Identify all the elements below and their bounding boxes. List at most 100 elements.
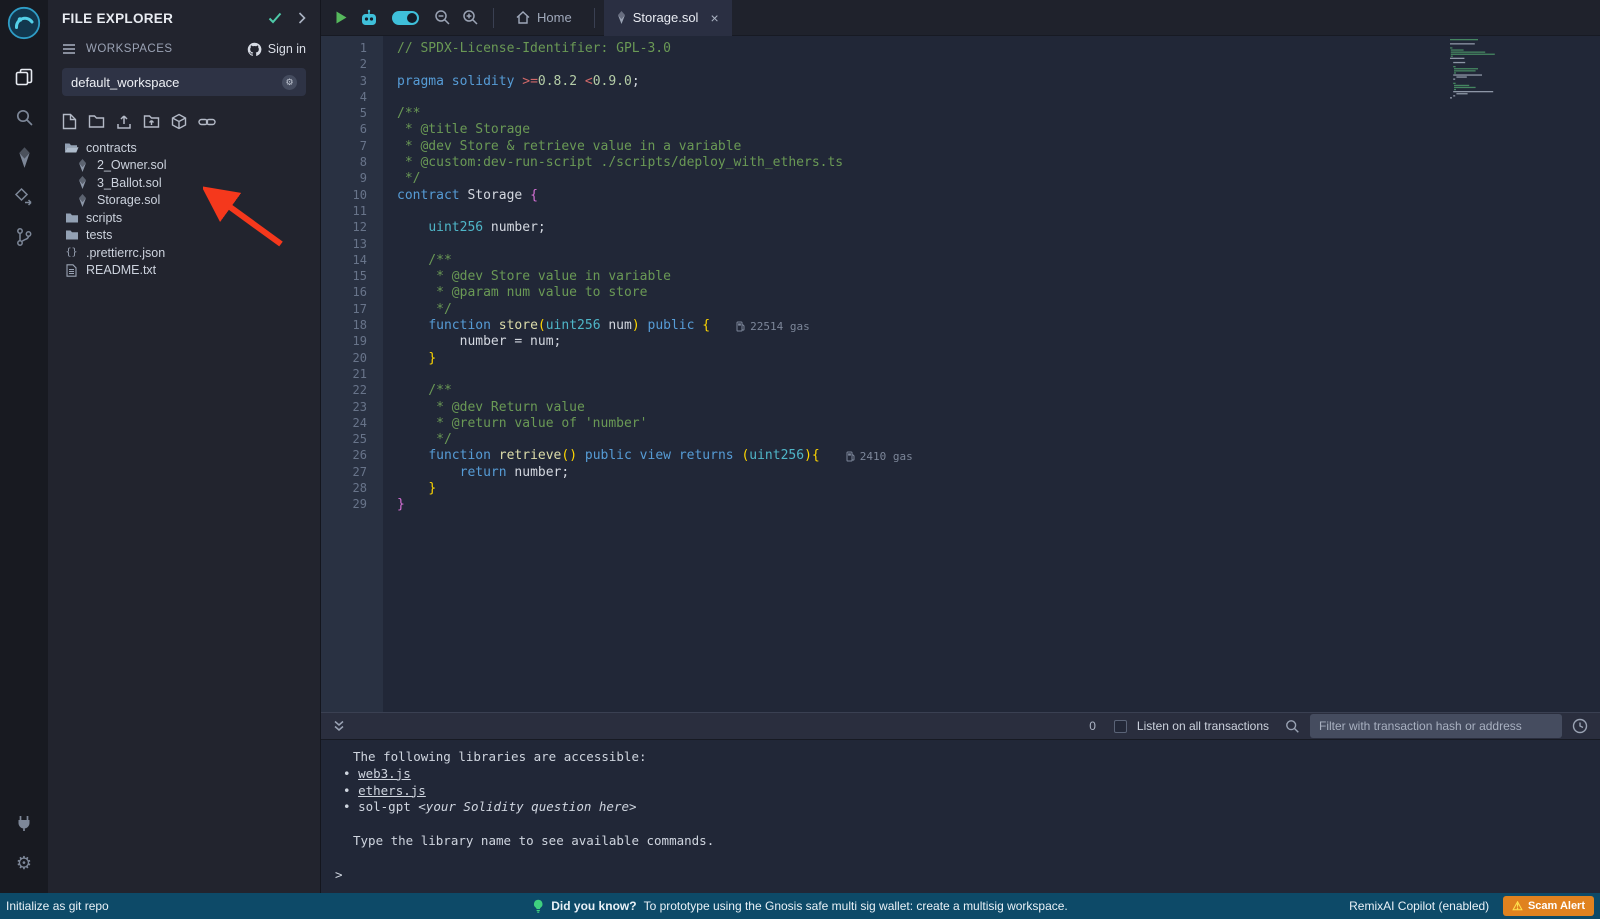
home-icon [516, 11, 530, 24]
terminal-line: Type the library name to see available c… [335, 833, 1600, 850]
terminal-link[interactable]: ethers.js [358, 783, 426, 798]
sign-in-button[interactable]: Sign in [247, 42, 306, 57]
new-folder-icon[interactable] [88, 114, 105, 129]
git-init-status[interactable]: Initialize as git repo [6, 899, 109, 913]
solidity-icon [75, 194, 90, 207]
folder-open-icon [64, 142, 79, 154]
solidity-icon [75, 176, 90, 189]
line-number: 18 [321, 318, 375, 334]
icon-sidebar: ⚙ [0, 0, 48, 893]
line-number: 3 [321, 74, 375, 90]
line-number: 4 [321, 90, 375, 106]
json-icon: {} [64, 247, 79, 258]
search-icon[interactable] [0, 97, 48, 137]
minimap[interactable] [1449, 38, 1499, 102]
tree-item-label: .prettierrc.json [86, 246, 165, 260]
clock-icon[interactable] [1572, 718, 1588, 734]
panel-header: FILE EXPLORER [48, 0, 320, 36]
code-line-14: 14 /** [321, 253, 1600, 269]
zoom-in-button[interactable] [456, 0, 484, 36]
line-number: 27 [321, 465, 375, 481]
terminal-link[interactable]: web3.js [358, 766, 411, 781]
code-editor[interactable]: 1// SPDX-License-Identifier: GPL-3.023pr… [321, 36, 1600, 712]
line-number: 5 [321, 106, 375, 122]
line-number: 11 [321, 204, 375, 220]
upload-file-icon[interactable] [116, 114, 132, 130]
tree-item-2-owner-sol[interactable]: 2_Owner.sol [48, 157, 320, 175]
terminal-line: • ethers.js [335, 783, 1600, 800]
code-line-29: 29} [321, 497, 1600, 513]
code-line-9: 9 */ [321, 171, 1600, 187]
code-line-21: 21 [321, 367, 1600, 383]
line-number: 25 [321, 432, 375, 448]
check-icon[interactable] [268, 12, 282, 24]
file-explorer-icon[interactable] [0, 57, 48, 97]
line-number: 22 [321, 383, 375, 399]
scam-alert-badge[interactable]: ⚠ Scam Alert [1503, 896, 1594, 916]
github-icon [247, 42, 262, 57]
tree-item-readme-txt[interactable]: README.txt [48, 262, 320, 280]
listen-all-transactions-checkbox[interactable] [1114, 720, 1127, 733]
terminal-prompt: > [335, 867, 1600, 884]
tree-item-label: 3_Ballot.sol [97, 176, 162, 190]
tree-item-prettierrc-json[interactable]: {} .prettierrc.json [48, 244, 320, 262]
tree-item-label: scripts [86, 211, 122, 225]
code-line-24: 24 * @return value of 'number' [321, 416, 1600, 432]
code-line-25: 25 */ [321, 432, 1600, 448]
run-script-button[interactable] [327, 0, 355, 36]
tree-item-scripts[interactable]: scripts [48, 209, 320, 227]
line-number: 28 [321, 481, 375, 497]
code-line-1: 1// SPDX-License-Identifier: GPL-3.0 [321, 41, 1600, 57]
folder-icon [64, 212, 79, 224]
gas-estimate-badge[interactable]: 22514 gas [736, 318, 810, 334]
code-line-4: 4 [321, 90, 1600, 106]
terminal[interactable]: The following libraries are accessible:•… [321, 740, 1600, 893]
code-line-15: 15 * @dev Store value in variable [321, 269, 1600, 285]
gas-estimate-badge[interactable]: 2410 gas [846, 448, 913, 464]
workspace-select[interactable]: default_workspace ⚙ [62, 68, 306, 96]
workspaces-menu-icon[interactable] [62, 43, 76, 55]
remix-logo-icon[interactable] [7, 6, 41, 45]
code-content: 1// SPDX-License-Identifier: GPL-3.023pr… [321, 41, 1600, 514]
tree-item-tests[interactable]: tests [48, 227, 320, 245]
plugin-manager-icon[interactable] [0, 803, 48, 843]
terminal-search-icon[interactable] [1285, 719, 1300, 734]
close-tab-icon[interactable]: × [710, 10, 718, 26]
tab-storage-label: Storage.sol [633, 10, 699, 25]
code-line-2: 2 [321, 57, 1600, 73]
terminal-header: 0 Listen on all transactions [321, 712, 1600, 740]
copilot-status[interactable]: RemixAI Copilot (enabled) [1349, 899, 1489, 913]
chevron-right-icon[interactable] [298, 12, 306, 24]
zoom-out-button[interactable] [428, 0, 456, 36]
tree-item-3-ballot-sol[interactable]: 3_Ballot.sol [48, 174, 320, 192]
workspace-options-icon[interactable]: ⚙ [282, 75, 297, 90]
solidity-compiler-icon[interactable] [0, 137, 48, 177]
line-number: 21 [321, 367, 375, 383]
code-line-27: 27 return number; [321, 465, 1600, 481]
link-icon[interactable] [198, 117, 216, 127]
upload-folder-icon[interactable] [143, 114, 160, 129]
settings-gear-icon[interactable]: ⚙ [0, 843, 48, 883]
deploy-run-icon[interactable] [0, 177, 48, 217]
expand-terminal-icon[interactable] [333, 720, 345, 732]
line-number: 20 [321, 351, 375, 367]
code-line-11: 11 [321, 204, 1600, 220]
file-toolbar [48, 96, 320, 139]
ipfs-box-icon[interactable] [171, 113, 187, 130]
code-line-18: 18 function store(uint256 num) public {2… [321, 318, 1600, 334]
file-explorer-panel: FILE EXPLORER WORKSPACES Sign in default… [48, 0, 320, 893]
line-number: 10 [321, 188, 375, 204]
tab-home[interactable]: Home [503, 0, 585, 36]
new-file-icon[interactable] [62, 113, 77, 130]
copilot-toggle[interactable] [392, 11, 419, 25]
tab-storage-sol[interactable]: Storage.sol × [604, 0, 732, 36]
git-icon[interactable] [0, 217, 48, 257]
transaction-filter-input[interactable] [1310, 714, 1562, 738]
remix-ide-window: ⚙ FILE EXPLORER WORKSPACES Sign in [0, 0, 1600, 919]
tree-item-contracts[interactable]: contracts [48, 139, 320, 157]
ai-assistant-icon[interactable] [355, 0, 383, 36]
code-line-7: 7 * @dev Store & retrieve value in a var… [321, 139, 1600, 155]
tree-item-storage-sol[interactable]: Storage.sol [48, 192, 320, 210]
code-line-23: 23 * @dev Return value [321, 400, 1600, 416]
bullet: • [343, 783, 351, 798]
